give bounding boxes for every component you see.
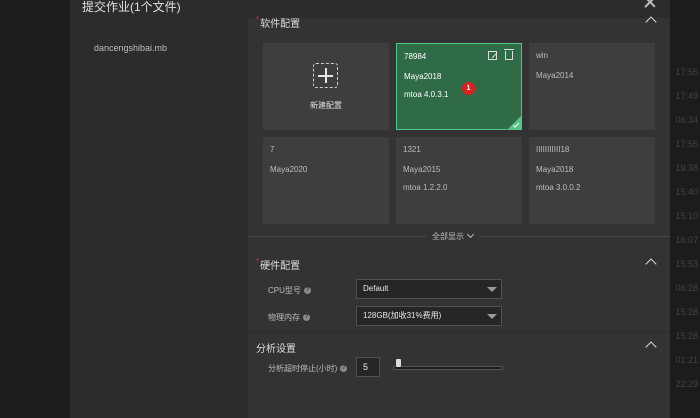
memory-select[interactable]: 128GB(加收31%费用) [356, 306, 502, 326]
step-badge: 1 [462, 82, 475, 95]
collapse-software-icon[interactable] [645, 16, 657, 28]
config-plugin: mtoa 3.0.0.2 [536, 183, 581, 192]
config-plugin: mtoa 4.0.3.1 [404, 90, 449, 99]
collapse-analysis-icon[interactable] [645, 341, 657, 353]
help-icon[interactable]: ? [303, 287, 311, 295]
settings-pane: *软件配置 新建配置 78984 Maya2018 mtoa 4.0.3.1 1… [248, 15, 670, 418]
timeout-slider-handle[interactable] [396, 359, 402, 367]
cpu-value: Default [363, 284, 389, 293]
bg-time: 06:34 [675, 115, 698, 125]
dropdown-icon [487, 314, 497, 319]
timeout-input[interactable]: 5 [356, 357, 380, 377]
software-section-title: *软件配置 [256, 15, 300, 30]
bg-time: 15:28 [675, 331, 698, 341]
timeout-slider[interactable] [393, 366, 503, 370]
bg-time: 17:55 [675, 67, 698, 77]
config-name: IIIIIIIIIII18 [536, 145, 570, 154]
file-item[interactable]: dancengshibai.mb [94, 43, 167, 53]
config-name: 78984 [404, 52, 427, 61]
bg-time: 15:10 [675, 211, 698, 221]
config-card-7[interactable]: 7 Maya2020 [263, 137, 389, 224]
memory-label-text: 物理内存 [268, 313, 300, 322]
config-card-1321[interactable]: 1321 Maya2015 mtoa 1.2.2.0 [396, 137, 522, 224]
config-software: Maya2020 [270, 165, 308, 174]
config-software: Maya2018 [536, 165, 574, 174]
collapse-hardware-icon[interactable] [645, 258, 657, 270]
config-card-18[interactable]: IIIIIIIIIII18 Maya2018 mtoa 3.0.0.2 [529, 137, 655, 224]
bg-time: 01:21 [675, 355, 698, 365]
close-icon[interactable] [644, 0, 656, 8]
config-card-78984[interactable]: 78984 Maya2018 mtoa 4.0.3.1 1 [396, 43, 522, 130]
config-name: 7 [270, 145, 275, 154]
help-icon[interactable]: ? [303, 314, 310, 322]
show-all-button[interactable]: 全部显示 [426, 230, 479, 242]
bg-time: 06:28 [675, 283, 698, 293]
config-name: win [536, 51, 549, 60]
show-all-label: 全部显示 [432, 232, 464, 241]
bg-time: 17:49 [675, 91, 698, 101]
edit-icon[interactable] [488, 51, 497, 60]
trash-icon[interactable] [504, 49, 514, 60]
analysis-section-title: 分析设置 [256, 344, 296, 355]
config-software: Maya2018 [404, 72, 442, 81]
config-plugin: mtoa 1.2.2.0 [403, 183, 448, 192]
memory-label: 物理内存? [268, 312, 310, 323]
file-list: dancengshibai.mb [70, 18, 249, 418]
new-config-card[interactable]: 新建配置 [263, 43, 389, 130]
hardware-section-title: *硬件配置 [256, 257, 300, 272]
config-software: Maya2014 [536, 71, 574, 80]
cpu-label-text: CPU型号 [268, 286, 301, 295]
bg-time: 17:55 [675, 139, 698, 149]
chevron-down-icon [466, 230, 475, 239]
plus-icon [313, 63, 338, 88]
timeout-label: 分析超时停止(小时)? [268, 363, 348, 374]
config-software: Maya2015 [403, 165, 441, 174]
bg-time: 19:38 [675, 163, 698, 173]
dialog-title: 提交作业(1个文件) [82, 0, 181, 14]
bg-time: 15:28 [675, 307, 698, 317]
bg-time: 15:40 [675, 187, 698, 197]
software-title-text: 软件配置 [260, 19, 301, 30]
dropdown-icon [487, 287, 497, 292]
bg-time: 15:53 [675, 259, 698, 269]
submit-job-dialog: 提交作业(1个文件) dancengshibai.mb *软件配置 新建配置 7… [70, 0, 670, 418]
background-timestamps: 17:55 17:49 06:34 17:55 19:38 15:40 15:1… [670, 60, 700, 396]
memory-value: 128GB(加收31%费用) [363, 311, 442, 320]
required-marker: * [256, 15, 260, 24]
section-gap [248, 331, 670, 332]
bg-time: 16:07 [675, 235, 698, 245]
cpu-label: CPU型号? [268, 285, 311, 296]
config-name: 1321 [403, 145, 421, 154]
cpu-select[interactable]: Default [356, 279, 502, 299]
required-marker: * [256, 257, 260, 266]
timeout-label-text: 分析超时停止(小时) [268, 364, 338, 373]
new-config-label: 新建配置 [310, 101, 342, 110]
config-card-win[interactable]: win Maya2014 [529, 43, 655, 130]
bg-time: 22:29 [675, 379, 698, 389]
hardware-title-text: 硬件配置 [260, 261, 301, 272]
help-icon[interactable]: ? [340, 365, 348, 373]
